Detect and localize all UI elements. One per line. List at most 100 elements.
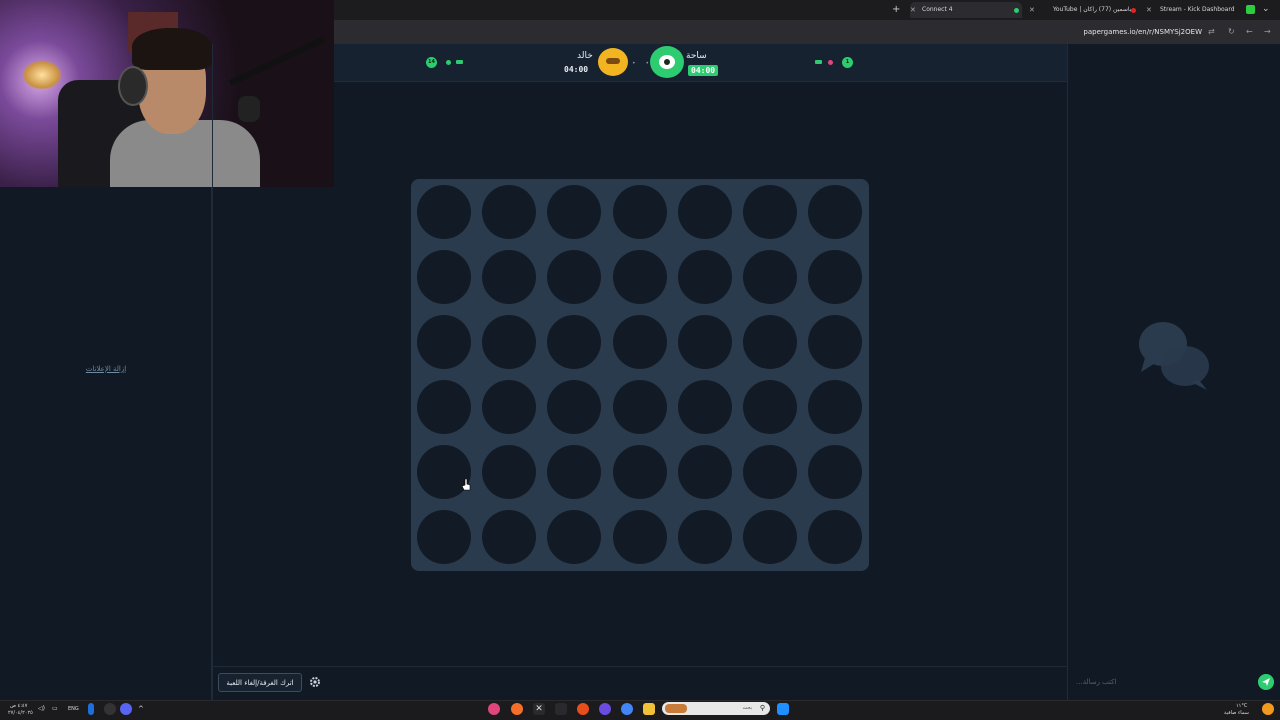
new-tab-icon[interactable]: + [892,3,900,17]
score-left-badge: 14 [426,57,437,68]
forward-icon[interactable]: → [1264,26,1271,38]
weather-temp[interactable]: ١١°C [1236,703,1247,709]
board-slot[interactable] [547,185,602,239]
board-slot[interactable] [743,445,797,499]
discord-icon[interactable] [120,703,132,715]
leave-room-button[interactable]: اترك الغرفة/إلغاء اللعبة [218,673,302,692]
network-icon[interactable]: ▭ [52,706,58,712]
x-app-icon[interactable]: ✕ [533,703,545,715]
board-slot[interactable] [547,315,602,369]
board-slot[interactable] [677,250,732,304]
firefox-icon[interactable] [511,703,523,715]
board-slot[interactable] [547,445,602,499]
weather-text[interactable]: سماء صافية [1224,710,1249,716]
chat-bubbles-icon [1139,322,1209,390]
board-slot[interactable] [482,315,537,369]
board-slot[interactable] [417,315,471,369]
chevron-down-icon[interactable]: ⌄ [1262,4,1270,14]
lamp [22,60,62,90]
board-slot[interactable] [482,445,537,499]
board-slot[interactable] [482,380,537,434]
search-icon: ⚲ [759,704,765,712]
taskbar-search[interactable]: بحث ⚲ [662,702,770,715]
board-slot[interactable] [612,380,667,434]
board-slot[interactable] [612,445,667,499]
tab-label: Stream - Kick Dashboard [1160,6,1235,13]
board-slot[interactable] [547,380,602,434]
tab-connect4[interactable]: ✕ Connect 4 [910,2,1022,18]
board-slot[interactable] [547,250,602,304]
brave-icon[interactable] [577,703,589,715]
language-indicator[interactable]: ENG [68,706,79,712]
gear-icon[interactable] [309,676,321,688]
kick-icon[interactable] [1246,5,1255,14]
send-message-icon[interactable] [1258,674,1274,690]
board-slot[interactable] [808,445,863,499]
connect4-board[interactable] [411,179,869,571]
score-right-badge: 1 [842,57,853,68]
tab-kick[interactable]: ✕ Stream - Kick Dashboard [1146,2,1242,18]
board-slot[interactable] [417,185,471,239]
board-slot[interactable] [547,510,602,564]
status-dot [828,60,833,65]
app-icon-red[interactable] [488,703,500,715]
back-icon[interactable]: ← [1246,26,1253,38]
screen: + ✕ Connect 4 ✕ YouTube | باسمين (77) را… [0,0,1280,720]
windows-start-icon[interactable] [777,703,789,715]
board-slot[interactable] [612,250,667,304]
status-bar [815,60,822,64]
board-slot[interactable] [808,185,863,239]
board-slot[interactable] [677,315,732,369]
clock-date[interactable]: ٢٧/٠٤/٢٠٢٥ [8,710,33,716]
player2-name: ساحة [686,51,707,61]
board-slot[interactable] [482,510,537,564]
board-slot[interactable] [743,250,797,304]
board-slot[interactable] [612,510,667,564]
app-icon[interactable] [555,703,567,715]
close-tab-icon[interactable]: ✕ [1146,2,1152,18]
board-slot[interactable] [808,250,863,304]
board-slot[interactable] [612,185,667,239]
board-slot[interactable] [743,380,797,434]
player1-name: خالد [577,51,593,61]
board-slot[interactable] [677,380,732,434]
board-slot[interactable] [677,510,732,564]
volume-icon[interactable]: ◁) [38,706,45,712]
player1-timer: 04:00 [564,65,589,74]
headset-icon [118,66,148,106]
board-slot[interactable] [482,250,537,304]
board-slot[interactable] [743,510,797,564]
board-slot[interactable] [743,185,797,239]
close-tab-icon[interactable]: ✕ [910,2,916,18]
board-slot[interactable] [808,510,863,564]
tray-app-icon[interactable] [104,703,116,715]
discord-taskbar-icon[interactable] [599,703,611,715]
board-slot[interactable] [808,315,863,369]
board-slot[interactable] [677,445,732,499]
board-slot[interactable] [743,315,797,369]
folder-icon[interactable] [643,703,655,715]
left-ad-panel: إزالة الإعلانات [0,187,212,700]
tune-icon[interactable]: ⇄ [1208,26,1215,38]
close-tab-icon[interactable]: ✕ [1029,2,1035,18]
chat-message-input[interactable] [1070,672,1255,692]
board-slot[interactable] [417,510,471,564]
url-field[interactable]: papergames.io/en/r/NSMYSj2OEW [1083,25,1202,39]
tab-youtube[interactable]: ✕ YouTube | باسمين (77) راكان [1029,2,1141,18]
mic-arm [228,36,326,86]
microphone-icon[interactable] [88,703,94,715]
reload-icon[interactable]: ↻ [1228,26,1235,38]
clock-time[interactable]: ٤:٤٧ ص [10,703,27,709]
board-slot[interactable] [612,315,667,369]
weather-moon-icon[interactable] [1262,703,1274,715]
board-slot[interactable] [482,185,537,239]
board-slot[interactable] [808,380,863,434]
board-slot[interactable] [417,250,471,304]
status-dot [446,60,451,65]
chevron-up-icon[interactable]: ^ [138,706,144,713]
board-slot[interactable] [677,185,732,239]
chrome-icon[interactable] [621,703,633,715]
tab-label: YouTube | باسمين (77) راكان [1053,6,1132,13]
board-slot[interactable] [417,380,471,434]
remove-ads-link[interactable]: إزالة الإعلانات [60,365,152,373]
